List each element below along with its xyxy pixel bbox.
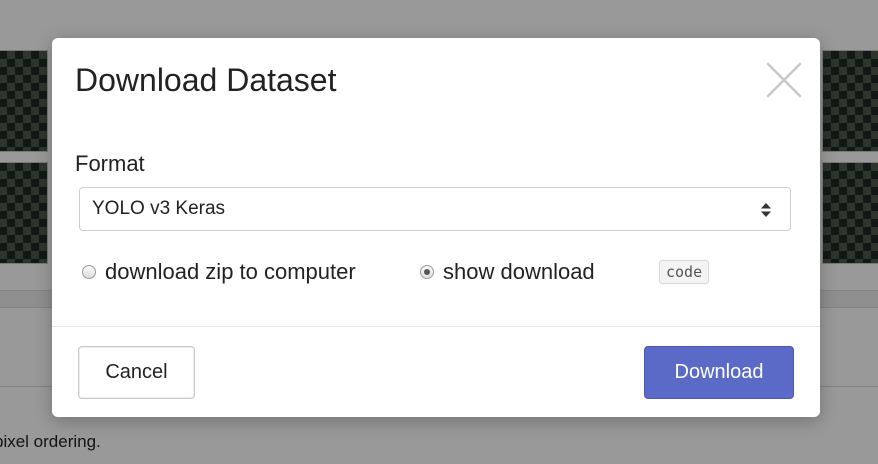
modal-footer-divider: [52, 326, 820, 327]
close-icon: [766, 62, 802, 98]
format-label: Format: [75, 151, 145, 176]
modal-title: Download Dataset: [75, 62, 337, 98]
select-arrows-icon: [761, 203, 771, 217]
cancel-button[interactable]: Cancel: [78, 346, 195, 399]
download-button[interactable]: Download: [644, 346, 794, 399]
format-select-value: YOLO v3 Keras: [92, 198, 226, 219]
radio-label: download zip to computer: [105, 259, 356, 284]
radio-label: show download: [443, 259, 595, 284]
radio-button[interactable]: [420, 265, 434, 279]
code-badge: code: [659, 260, 710, 284]
radio-button[interactable]: [82, 265, 96, 279]
close-button[interactable]: [764, 60, 804, 100]
format-select[interactable]: YOLO v3 Keras: [79, 187, 791, 231]
download-dataset-modal: Download Dataset Format YOLO v3 Keras do…: [52, 38, 820, 417]
